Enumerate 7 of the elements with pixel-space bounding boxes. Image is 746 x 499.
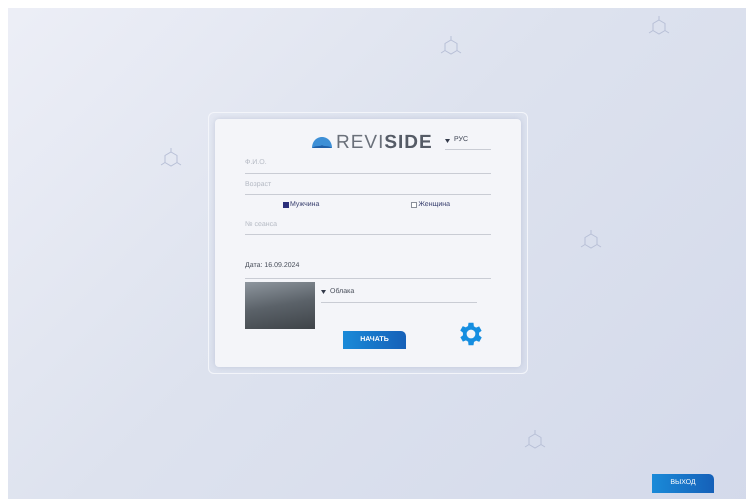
caret-icon	[445, 138, 450, 142]
caret-icon	[321, 290, 326, 294]
cloud-logo-icon	[311, 136, 333, 149]
checkbox[interactable]	[411, 202, 418, 208]
logo: REVISIDE	[311, 133, 433, 152]
photo-placeholder	[245, 282, 315, 329]
checkbox[interactable]	[283, 202, 289, 208]
